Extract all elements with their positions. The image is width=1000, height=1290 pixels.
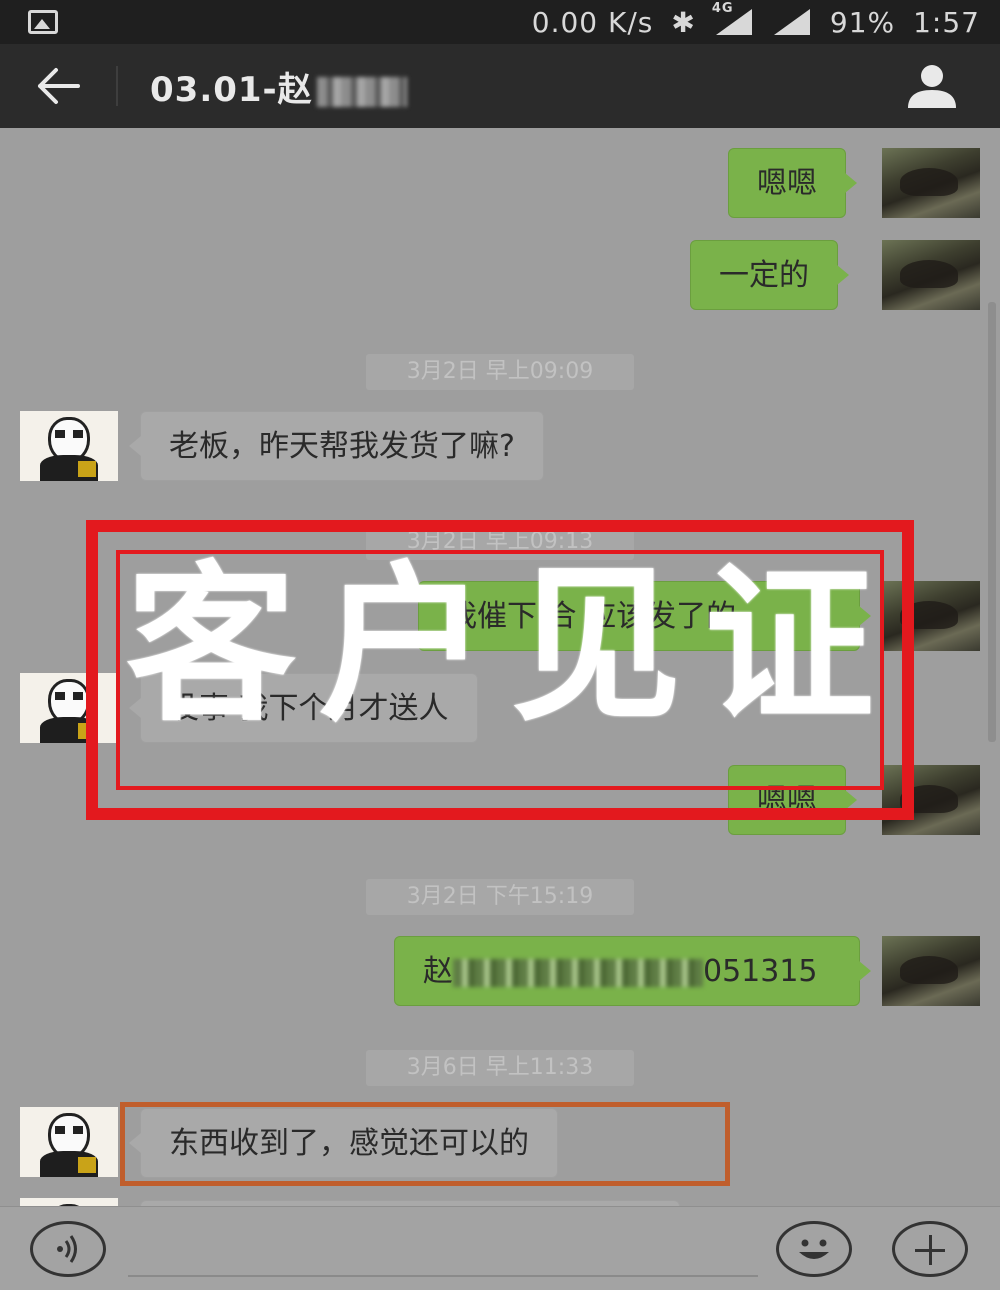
blurred-name	[316, 76, 407, 107]
avatar-self[interactable]	[882, 581, 980, 651]
message-suffix: 051315	[703, 954, 818, 989]
wifi-signal-icon	[772, 7, 812, 37]
chat-title-text: 03.01-赵	[150, 70, 313, 110]
avatar-contact[interactable]	[20, 411, 118, 481]
input-bar	[0, 1206, 1000, 1290]
message-bubble-outgoing[interactable]: 赵 051315	[394, 936, 871, 1006]
voice-button[interactable]	[30, 1221, 106, 1277]
avatar-contact[interactable]	[20, 1107, 118, 1177]
emoji-button[interactable]	[776, 1221, 852, 1277]
arrow-left-icon	[38, 68, 80, 104]
avatar-self[interactable]	[882, 765, 980, 835]
smiley-icon	[799, 1239, 829, 1259]
timestamp: 3月2日 早上09:13	[366, 524, 634, 560]
voice-icon	[57, 1235, 77, 1263]
header-divider	[116, 66, 118, 106]
message-bubble-outgoing[interactable]: 嗯嗯	[728, 148, 857, 218]
profile-button[interactable]	[904, 62, 960, 110]
message-bubble-outgoing[interactable]: 我催下 合 应该发了的	[418, 581, 871, 651]
message-bubble-outgoing[interactable]: 一定的	[690, 240, 849, 310]
network-speed: 0.00 K/s	[531, 5, 654, 39]
chat-header: 03.01-赵	[0, 44, 1000, 128]
battery-level: 91%	[829, 5, 896, 39]
avatar-self[interactable]	[882, 148, 980, 218]
chat-title: 03.01-赵	[150, 62, 407, 111]
scrollbar[interactable]	[988, 302, 996, 742]
highlight-box	[120, 1102, 730, 1186]
avatar-contact[interactable]	[20, 1198, 118, 1206]
message-bubble-outgoing[interactable]: 嗯嗯	[728, 765, 857, 835]
blurred-content	[453, 958, 703, 987]
mobile-signal-icon: 4G	[712, 1, 754, 37]
avatar-contact[interactable]	[20, 673, 118, 743]
bluetooth-icon: ✱	[671, 5, 696, 39]
more-button[interactable]	[892, 1221, 968, 1277]
person-icon	[908, 65, 956, 108]
clock: 1:57	[913, 5, 980, 39]
timestamp: 3月2日 下午15:19	[366, 879, 634, 915]
gallery-icon	[28, 10, 58, 34]
back-button[interactable]	[34, 64, 82, 108]
message-prefix: 赵	[423, 954, 453, 989]
avatar-self[interactable]	[882, 936, 980, 1006]
message-bubble-incoming[interactable]: 老板，昨天帮我发货了嘛?	[129, 411, 544, 481]
timestamp: 3月6日 早上11:33	[366, 1050, 634, 1086]
avatar-self[interactable]	[882, 240, 980, 310]
status-bar: 0.00 K/s ✱ 4G 91% 1:57	[0, 0, 1000, 44]
message-bubble-incoming[interactable]: 没事 我下个月才送人	[129, 673, 478, 743]
message-list[interactable]: 嗯嗯 一定的 3月2日 早上09:09 老板，昨天帮我发货了嘛? 3月2日 早上…	[0, 128, 1000, 1206]
message-input[interactable]	[128, 1219, 758, 1277]
timestamp: 3月2日 早上09:09	[366, 354, 634, 390]
